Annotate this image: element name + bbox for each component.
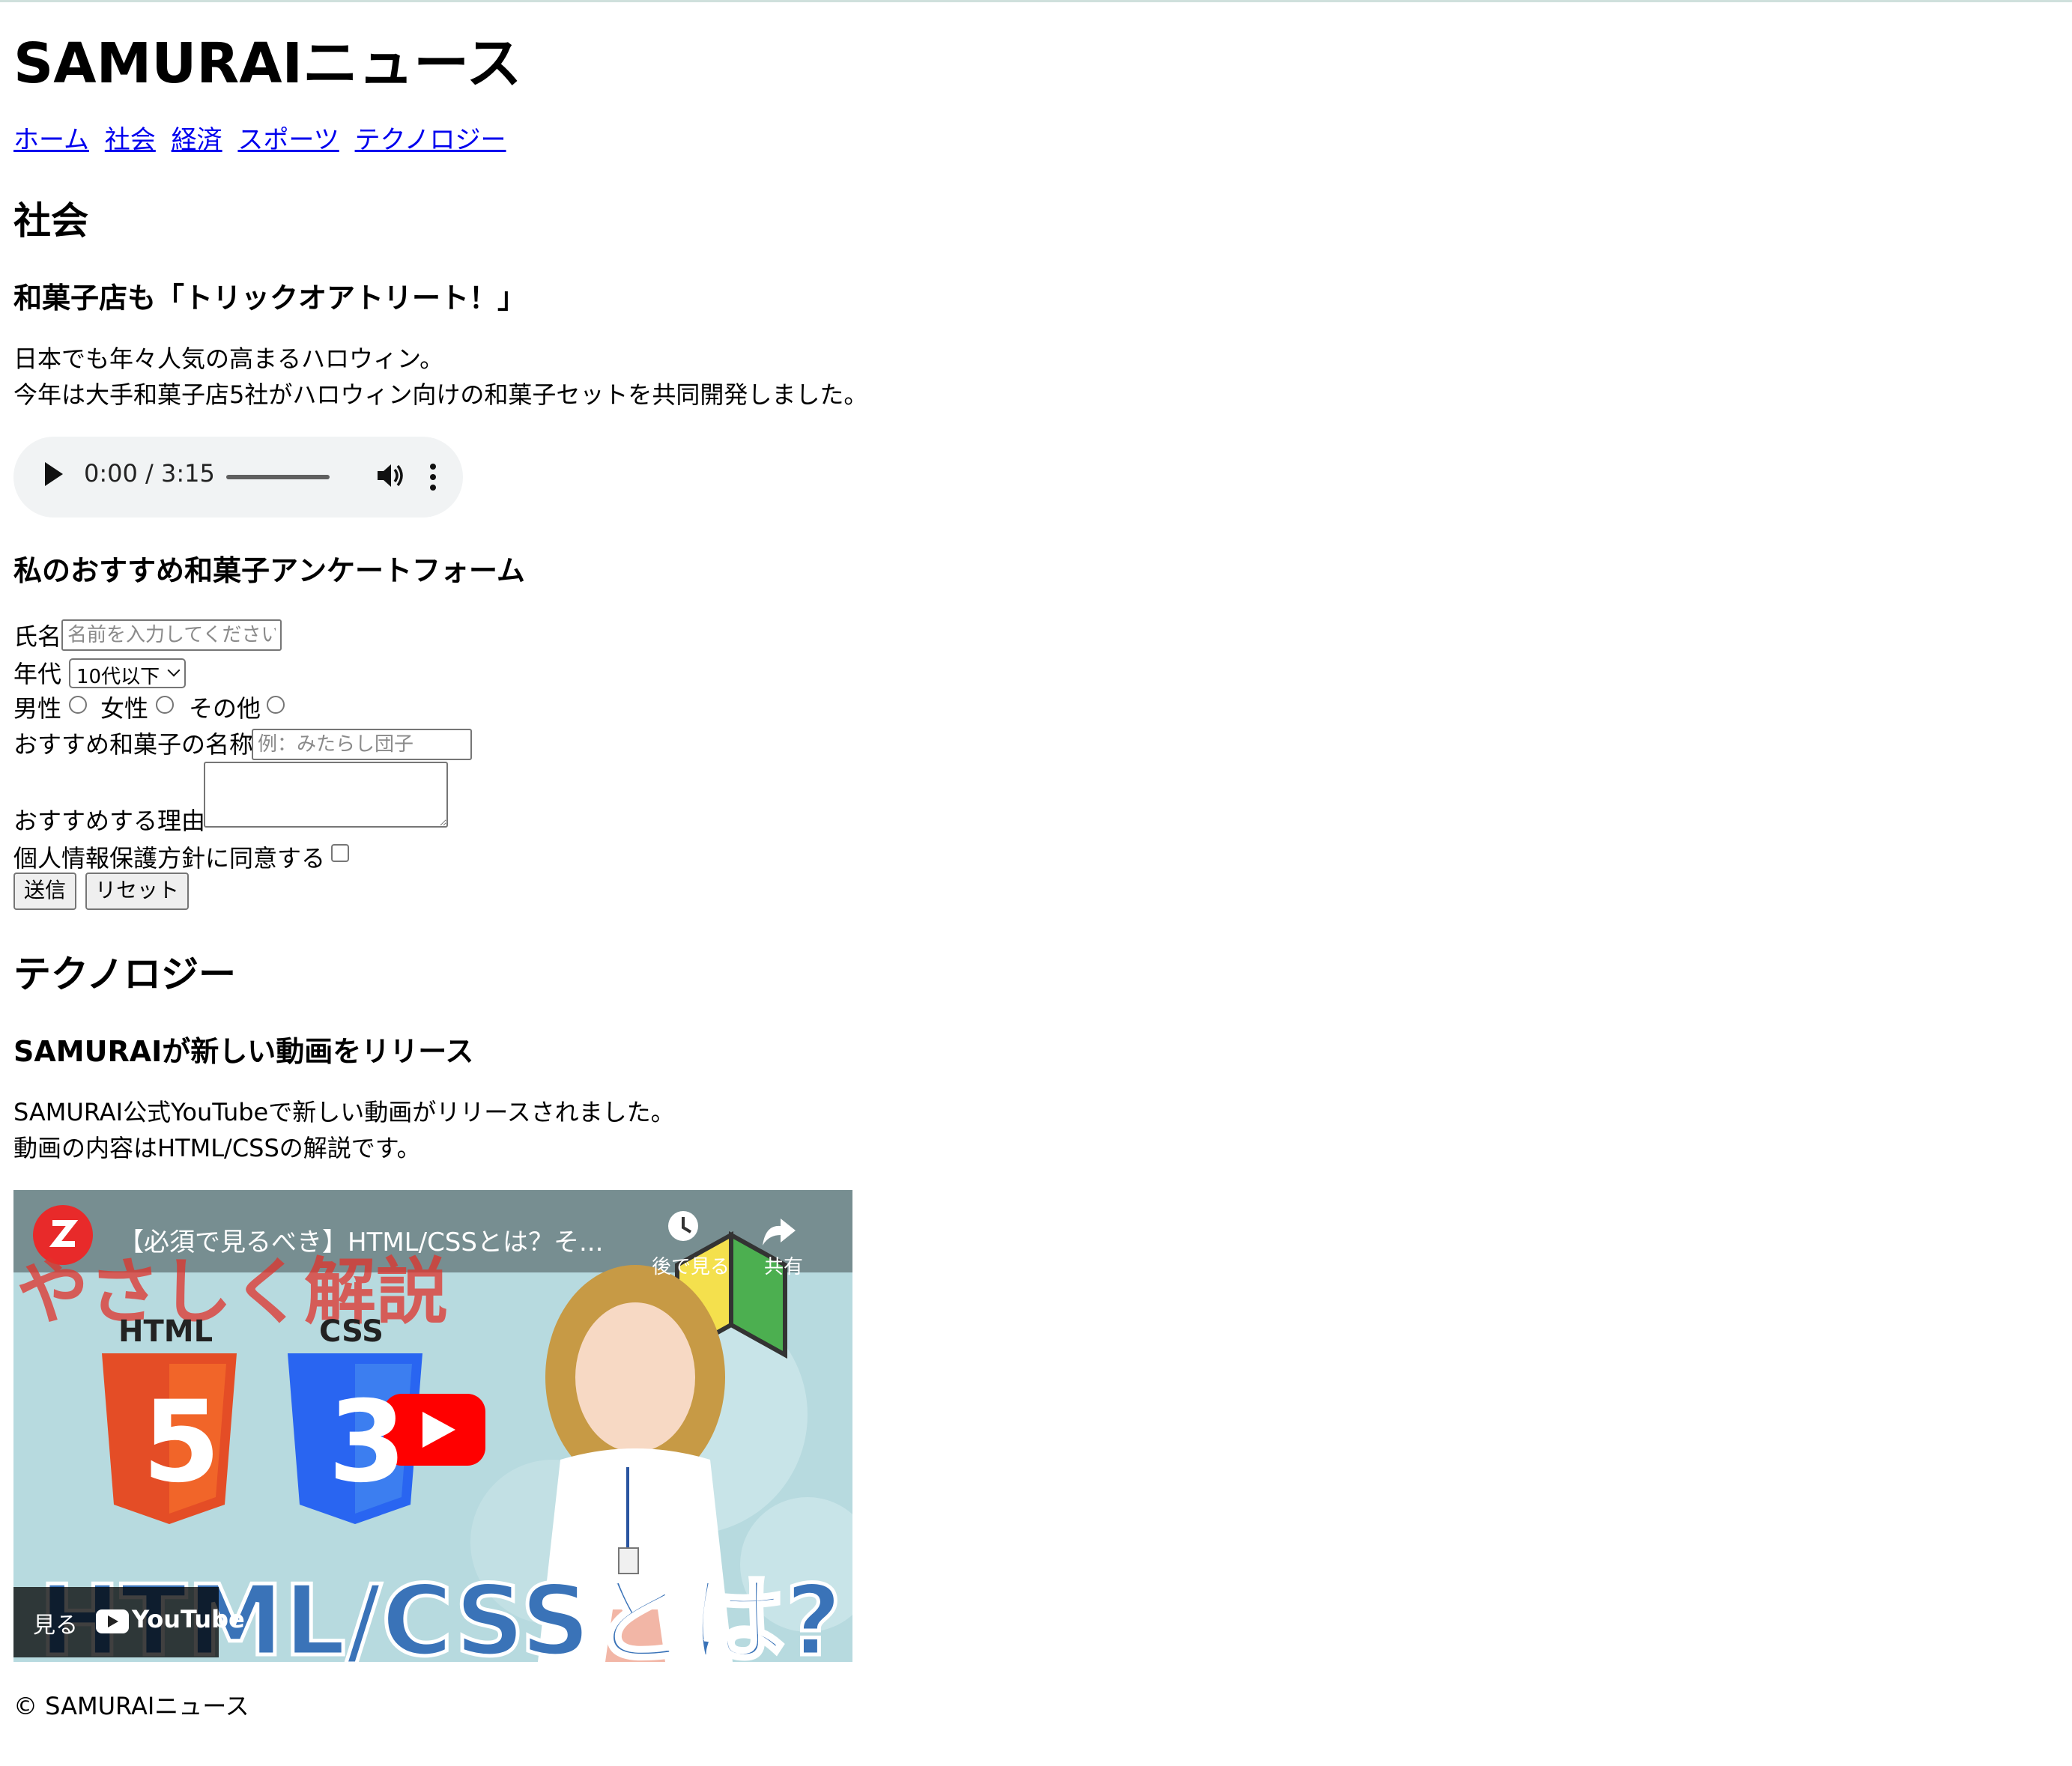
youtube-icon <box>96 1609 129 1633</box>
reset-button[interactable]: リセット <box>85 873 189 910</box>
nav-link-economy[interactable]: 経済 <box>172 125 222 155</box>
gender-option-other: その他 <box>189 694 261 723</box>
main-nav: ホーム 社会 経済 スポーツ テクノロジー <box>13 119 514 156</box>
css3-number: 3 <box>328 1377 407 1508</box>
sweet-name-label: おすすめ和菓子の名称 <box>13 730 254 759</box>
gender-option-male: 男性 <box>13 694 62 723</box>
article-body-video: SAMURAI公式YouTubeで新しい動画がリリースされました。 動画の内容は… <box>13 1094 675 1166</box>
audio-time: 0:00 / 3:15 <box>84 459 215 488</box>
age-select[interactable]: 10代以下 <box>69 658 186 688</box>
sweet-name-input[interactable] <box>252 729 472 760</box>
reason-textarea[interactable] <box>204 762 448 828</box>
youtube-embed[interactable]: 【必須で見るべき】HTML/CSSとは？そ... やさしく解説 後で見る 共有 … <box>13 1190 852 1662</box>
audio-player: 0:00 / 3:15 <box>13 437 463 518</box>
article-body-wagashi: 日本でも年々人気の高まるハロウィン。 今年は大手和菓子店5社がハロウィン向けの和… <box>13 341 867 413</box>
play-icon[interactable] <box>45 462 63 486</box>
chevron-down-icon <box>167 664 181 677</box>
article-line: SAMURAI公式YouTubeで新しい動画がリリースされました。 <box>13 1098 675 1126</box>
article-line: 日本でも年々人気の高まるハロウィン。 <box>13 345 444 373</box>
more-options-icon[interactable] <box>427 461 439 494</box>
css-label: CSS <box>319 1314 384 1349</box>
nav-link-technology[interactable]: テクノロジー <box>355 125 506 155</box>
name-input[interactable] <box>61 619 282 651</box>
watch-later-button[interactable]: 後で見る <box>652 1251 730 1279</box>
radio-other[interactable] <box>267 696 285 714</box>
radio-male[interactable] <box>69 696 87 714</box>
watch-label: 見る <box>33 1612 78 1639</box>
volume-icon[interactable] <box>375 461 405 491</box>
nav-link-society[interactable]: 社会 <box>105 125 156 155</box>
youtube-wordmark: YouTube <box>132 1605 245 1633</box>
audio-progress-slider[interactable] <box>226 475 330 479</box>
nav-link-home[interactable]: ホーム <box>13 125 89 155</box>
article-title-wagashi: 和菓子店も「トリックオアトリート！」 <box>13 282 527 315</box>
nav-link-sports[interactable]: スポーツ <box>237 125 339 155</box>
html-label: HTML <box>118 1314 213 1349</box>
age-select-value: 10代以下 <box>76 666 160 688</box>
section-heading-society: 社会 <box>13 199 88 243</box>
article-title-video: SAMURAIが新しい動画をリリース <box>13 1035 474 1068</box>
age-label: 年代 <box>13 660 62 688</box>
share-button[interactable]: 共有 <box>764 1251 803 1279</box>
gender-option-female: 女性 <box>100 694 149 723</box>
submit-button[interactable]: 送信 <box>13 873 76 910</box>
site-title: SAMURAIニュース <box>13 31 522 96</box>
watch-on-youtube-button[interactable]: 見る YouTube <box>13 1587 245 1657</box>
article-line: 動画の内容はHTML/CSSの解説です。 <box>13 1134 421 1162</box>
reason-label: おすすめする理由 <box>13 807 206 835</box>
name-label: 氏名 <box>13 622 62 651</box>
article-line: 今年は大手和菓子店5社がハロウィン向けの和菓子セットを共同開発しました。 <box>13 380 868 409</box>
agree-label: 個人情報保護方針に同意する <box>13 844 326 873</box>
html5-number: 5 <box>142 1377 221 1508</box>
radio-female[interactable] <box>156 696 174 714</box>
section-heading-technology: テクノロジー <box>13 953 236 996</box>
form-title: 私のおすすめ和菓子アンケートフォーム <box>13 554 525 587</box>
agree-checkbox[interactable] <box>331 844 349 862</box>
footer-copyright: © SAMURAIニュース <box>13 1692 249 1720</box>
